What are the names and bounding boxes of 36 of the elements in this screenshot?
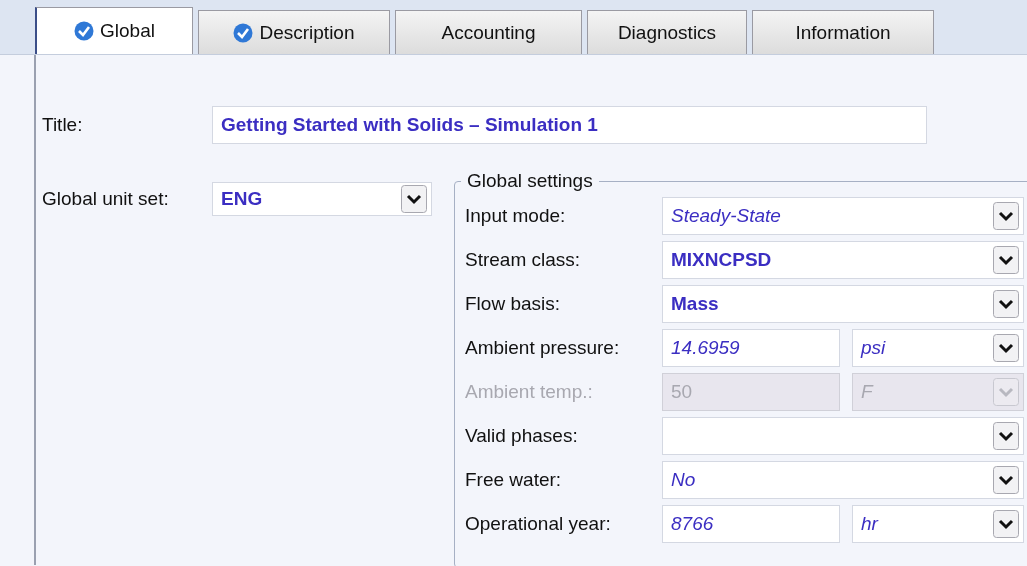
check-icon [74,21,95,41]
field-label: Title: [42,114,84,136]
chevron-down-icon[interactable] [993,510,1019,538]
input-field[interactable]: Getting Started with Solids – Simulation 1 [212,106,927,144]
chevron-down-icon[interactable] [993,246,1019,274]
dropdown[interactable]: psi [852,329,1024,367]
group-title: Global settings [466,170,594,192]
tab[interactable]: Information [752,10,934,54]
field-label: Flow basis: [465,293,562,315]
check-icon [233,22,254,43]
dropdown[interactable]: Mass [662,285,1024,323]
input-field[interactable]: 14.6959 [662,329,840,367]
field-label: Input mode: [465,205,567,227]
chevron-down-icon[interactable] [401,185,427,213]
chevron-down-icon[interactable] [993,466,1019,494]
field-label: Ambient temp.: [465,381,594,403]
chevron-down-icon[interactable] [993,334,1019,362]
field-label: Free water: [465,469,563,491]
chevron-down-icon[interactable] [993,202,1019,230]
tab[interactable]: Accounting [395,10,582,54]
dropdown[interactable]: No [662,461,1024,499]
field-label: Stream class: [465,249,582,271]
tab[interactable]: Description [198,10,390,54]
dropdown[interactable]: ENG [212,182,432,216]
field-label: Global unit set: [42,187,170,211]
chevron-down-icon[interactable] [993,422,1019,450]
field-label: Operational year: [465,513,612,535]
field-label: Valid phases: [465,425,579,447]
tab[interactable]: Global [35,7,193,54]
dropdown[interactable]: hr [852,505,1024,543]
input-field[interactable]: 8766 [662,505,840,543]
chevron-down-icon[interactable] [993,290,1019,318]
field-label: Ambient pressure: [465,337,621,359]
dropdown[interactable]: MIXNCPSD [662,241,1024,279]
dropdown[interactable]: Steady-State [662,197,1024,235]
tab[interactable]: Diagnostics [587,10,747,54]
